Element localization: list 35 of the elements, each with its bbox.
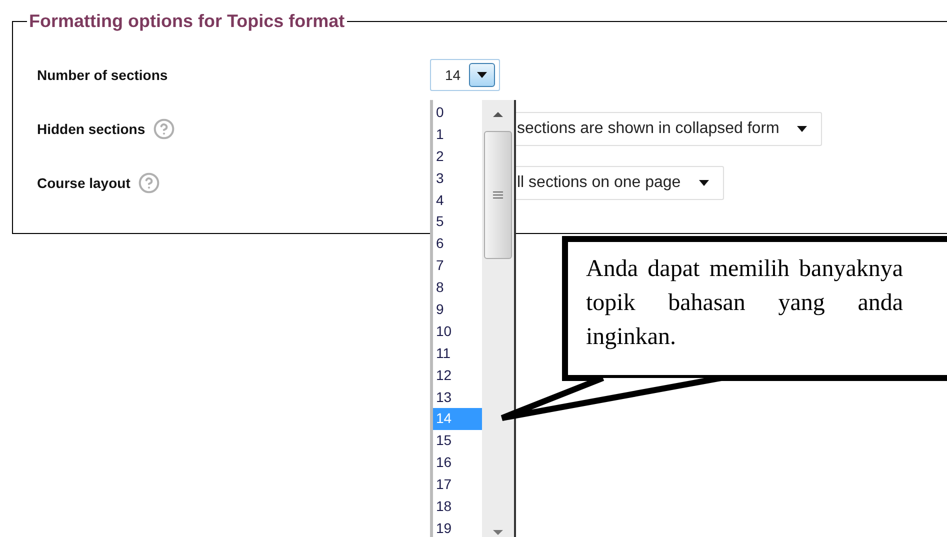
field-label: Hidden sections bbox=[37, 120, 146, 138]
help-icon[interactable] bbox=[138, 172, 160, 194]
dropdown-option[interactable]: 8 bbox=[433, 277, 482, 300]
caret-down-icon bbox=[698, 180, 709, 186]
dropdown-option[interactable]: 1 bbox=[433, 124, 482, 146]
scroll-up-icon[interactable] bbox=[493, 112, 503, 117]
dropdown-option[interactable]: 16 bbox=[433, 452, 482, 474]
dropdown-option[interactable]: 17 bbox=[433, 474, 482, 496]
select-field[interactable]: 14 bbox=[430, 59, 500, 91]
scrollbar[interactable] bbox=[482, 100, 514, 537]
scroll-down-icon[interactable] bbox=[493, 530, 503, 535]
dropdown-option[interactable]: 12 bbox=[433, 364, 482, 387]
field-label: Course layout bbox=[37, 174, 130, 193]
dropdown-option[interactable]: 2 bbox=[433, 146, 482, 168]
dropdown-option[interactable]: 5 bbox=[433, 211, 482, 234]
dropdown-option[interactable]: 6 bbox=[433, 233, 482, 256]
grip-icon bbox=[493, 191, 503, 199]
field-label: Number of sections bbox=[37, 66, 168, 84]
dropdown-option[interactable]: 19 bbox=[433, 518, 482, 537]
scroll-thumb[interactable] bbox=[484, 131, 512, 259]
caret-down-icon bbox=[797, 126, 808, 132]
dropdown-option[interactable]: 18 bbox=[433, 496, 482, 518]
dropdown-option[interactable]: 7 bbox=[433, 255, 482, 278]
caret-down-icon bbox=[476, 72, 487, 78]
dropdown-option[interactable]: 9 bbox=[433, 299, 482, 321]
dropdown-option[interactable]: 4 bbox=[433, 190, 482, 212]
panel-title: Formatting options for Topics format bbox=[28, 10, 346, 32]
dropdown-option[interactable]: 10 bbox=[433, 320, 482, 343]
callout-text: Anda dapat memilih banyaknya topik bahasan yang anda inginkan. bbox=[586, 255, 903, 352]
dropdown-option[interactable]: 3 bbox=[433, 168, 482, 190]
help-icon[interactable] bbox=[153, 118, 176, 140]
dropdown-option[interactable]: 13 bbox=[433, 386, 482, 408]
dropdown-option[interactable]: 11 bbox=[433, 342, 482, 365]
dropdown-option[interactable]: 0 bbox=[433, 102, 482, 124]
dropdown-option[interactable]: 15 bbox=[433, 430, 482, 452]
